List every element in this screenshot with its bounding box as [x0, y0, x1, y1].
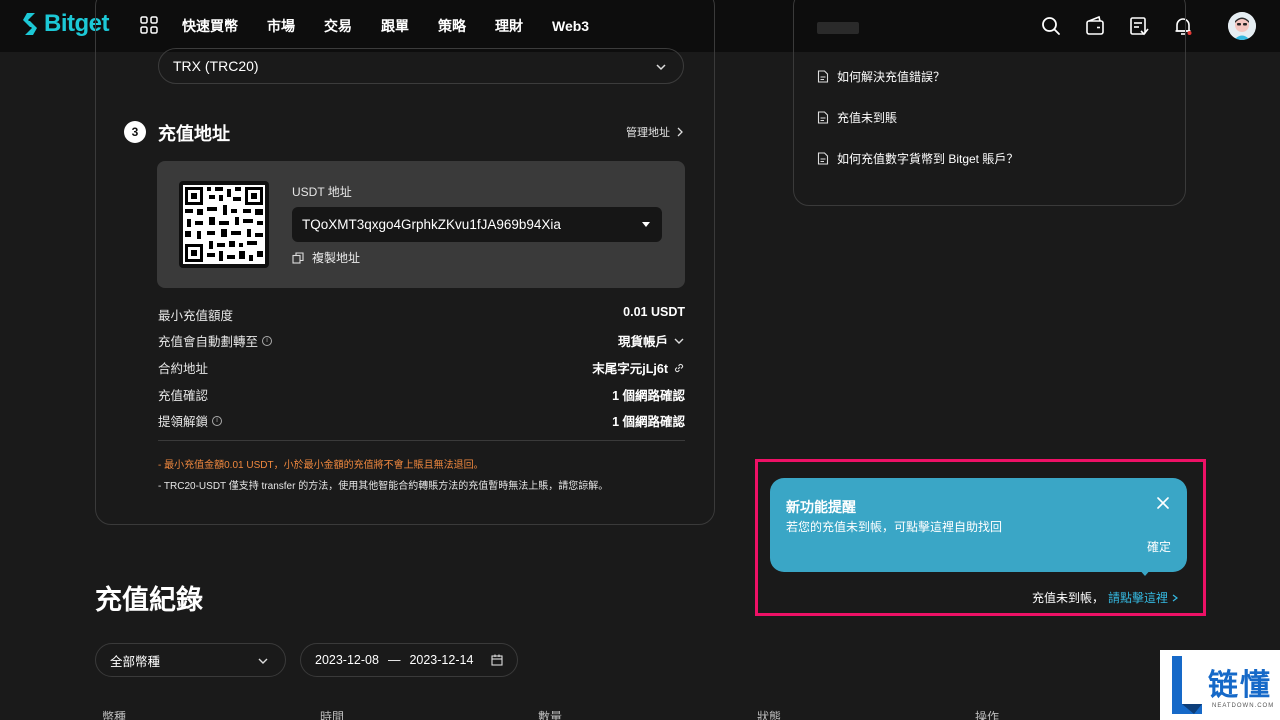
faq-item[interactable]: 如何解決充值錯誤？	[817, 68, 945, 85]
info-row-confirmations: 充值確認 1 個網路確認	[158, 385, 685, 403]
manage-address-link[interactable]: 管理地址	[626, 124, 686, 140]
not-received-hint: 充值未到帳， 請點擊這裡	[1032, 589, 1180, 606]
calendar-icon	[491, 654, 503, 666]
contract-address[interactable]: 末尾字元jLj6t	[592, 358, 685, 377]
faq-item[interactable]: 充值未到賬	[817, 109, 897, 126]
column-header-time: 時間	[320, 710, 345, 720]
info-label: 充值會自動劃轉至	[158, 335, 259, 349]
avatar-icon	[1228, 12, 1256, 40]
step-title: 充值地址	[158, 124, 230, 144]
user-avatar[interactable]	[1228, 12, 1256, 40]
network-select[interactable]: TRX (TRC20)	[158, 48, 684, 84]
link-icon	[674, 363, 684, 372]
column-header-amount: 數量	[538, 710, 563, 720]
popover-tail	[1138, 568, 1152, 576]
caret-down-icon	[642, 222, 650, 227]
faq-item-label: 充值未到賬	[837, 111, 898, 125]
date-separator: —	[387, 653, 401, 667]
info-circle-icon[interactable]: i	[212, 415, 223, 426]
copy-address-button[interactable]: 複製地址	[292, 249, 360, 266]
date-range-picker[interactable]: 2023-12-08 — 2023-12-14	[300, 643, 518, 677]
popover-confirm-button[interactable]: 確定	[1147, 538, 1171, 555]
info-label: 最小充值額度	[158, 309, 234, 323]
info-value: 1 個網路確認	[612, 389, 685, 403]
chevron-down-icon	[674, 338, 684, 344]
close-icon[interactable]	[1155, 495, 1171, 511]
info-value: 0.01 USDT	[623, 305, 685, 319]
document-icon	[817, 111, 829, 124]
hint-text: 充值未到帳，	[1032, 591, 1105, 605]
popover-body: 若您的充值未到帳，可點擊這裡自助找回	[786, 520, 1003, 534]
copy-icon	[292, 251, 304, 264]
copy-address-label: 複製地址	[312, 251, 361, 265]
info-value: 1 個網路確認	[612, 415, 685, 429]
trc20-note: - TRC20-USDT 僅支持 transfer 的方法，使用其他智能合約轉賬…	[158, 481, 609, 492]
column-header-action: 操作	[975, 710, 1000, 720]
info-label: 充值確認	[158, 389, 209, 403]
column-header-status: 狀態	[757, 710, 782, 720]
chevron-right-icon	[1172, 594, 1179, 601]
address-label: USDT 地址	[292, 185, 352, 199]
watermark-subtext: NEATDOWN.COM	[1212, 703, 1275, 709]
bitget-logo-icon	[23, 13, 37, 35]
network-value: TRX (TRC20)	[173, 58, 259, 74]
info-label: 合約地址	[158, 362, 209, 376]
qr-code	[179, 181, 269, 268]
step-number-badge: 3	[124, 121, 146, 143]
records-title: 充值紀錄	[95, 585, 203, 615]
info-value: 現貨帳戶	[617, 335, 668, 349]
document-icon	[817, 70, 829, 83]
min-deposit-warning: - 最小充值金額0.01 USDT，小於最小金額的充值將不會上賬且無法退回。	[158, 460, 484, 471]
date-start: 2023-12-08	[315, 653, 379, 667]
address-value: TQoXMT3qxgo4GrphkZKvu1fJA969b94Xia	[302, 217, 561, 232]
popover-title: 新功能提醒	[786, 499, 856, 515]
faq-faded-heading	[817, 22, 859, 34]
watermark-l-icon	[1172, 656, 1202, 714]
info-row-auto-transfer: 充值會自動劃轉至 i 現貨帳戶	[158, 331, 685, 349]
info-row-min-deposit: 最小充值額度 0.01 USDT	[158, 305, 685, 323]
coin-filter-value: 全部幣種	[110, 654, 161, 669]
address-selector[interactable]: TQoXMT3qxgo4GrphkZKvu1fJA969b94Xia	[292, 207, 662, 242]
document-icon	[817, 152, 829, 165]
info-circle-icon[interactable]: i	[262, 335, 273, 346]
watermark-logo: 链懂 NEATDOWN.COM	[1160, 650, 1280, 720]
chevron-right-icon	[677, 127, 683, 137]
divider	[158, 440, 685, 441]
watermark-text: 链懂	[1208, 668, 1272, 703]
coin-filter-select[interactable]: 全部幣種	[95, 643, 286, 677]
manage-address-label: 管理地址	[626, 127, 670, 139]
qr-code-icon	[183, 185, 265, 264]
date-end: 2023-12-14	[409, 653, 474, 667]
faq-item-label: 如何解決充值錯誤？	[837, 70, 946, 84]
account-dropdown[interactable]: 現貨帳戶	[618, 331, 685, 350]
chevron-down-icon	[656, 64, 666, 71]
info-label: 提領解鎖	[158, 415, 209, 429]
faq-item[interactable]: 如何充值數字貨幣到 Bitget 賬戶？	[817, 150, 1018, 167]
info-row-contract: 合約地址 末尾字元jLj6t	[158, 358, 685, 376]
info-label-wrap: 提領解鎖 i	[158, 411, 223, 430]
column-header-coin: 幣種	[102, 710, 127, 720]
faq-item-label: 如何充值數字貨幣到 Bitget 賬戶？	[837, 152, 1019, 166]
click-here-link[interactable]: 請點擊這裡	[1108, 589, 1168, 606]
info-value: 末尾字元jLj6t	[592, 362, 668, 376]
chevron-down-icon	[258, 658, 268, 664]
info-label-wrap: 充值會自動劃轉至 i	[158, 331, 273, 350]
info-row-unlock: 提領解鎖 i 1 個網路確認	[158, 411, 685, 429]
